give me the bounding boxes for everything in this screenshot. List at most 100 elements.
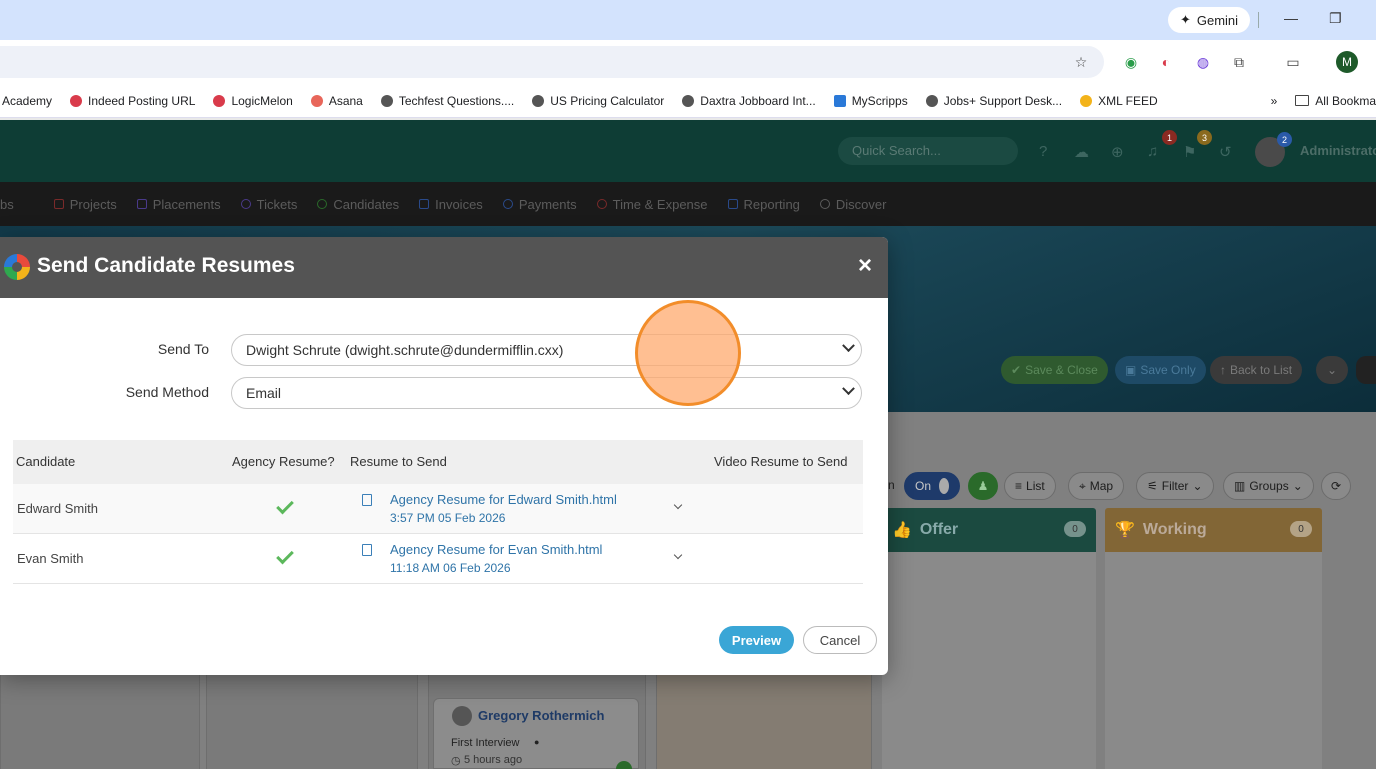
- save-close-button[interactable]: ✔ Save & Close: [1001, 356, 1108, 384]
- app-logo-icon: [4, 254, 30, 280]
- list-icon: ≡: [1015, 479, 1023, 493]
- ticket-icon: [240, 199, 251, 209]
- column-body-working: [1105, 552, 1322, 769]
- bookmark-item[interactable]: MyScripps: [825, 94, 917, 108]
- arrow-up-icon: ↑: [1220, 363, 1226, 377]
- bookmark-item[interactable]: XML FEED: [1071, 94, 1167, 108]
- flag-badge: 3: [1197, 130, 1212, 145]
- panel-toggle-button[interactable]: [1356, 356, 1376, 384]
- favicon-icon: [213, 94, 226, 107]
- chart-icon: [727, 199, 738, 209]
- resume-link[interactable]: Agency Resume for Evan Smith.html: [390, 542, 602, 557]
- bookmark-item[interactable]: LogicMelon: [204, 94, 301, 108]
- nav-item-jobs[interactable]: bs: [0, 197, 24, 212]
- nav-item-tickets[interactable]: Tickets: [231, 197, 308, 212]
- bookmark-item[interactable]: Jobs+ Support Desk...: [917, 94, 1071, 108]
- extension-icon[interactable]: ◍: [1193, 52, 1213, 72]
- bookmark-item[interactable]: Asana: [302, 94, 372, 108]
- star-icon[interactable]: ☆: [1071, 52, 1091, 72]
- history-icon[interactable]: ↺: [1219, 143, 1232, 161]
- send-method-select[interactable]: Email: [231, 377, 862, 409]
- map-view-button[interactable]: ⌖ Map: [1068, 472, 1125, 500]
- resume-date: 11:18 AM 06 Feb 2026: [390, 561, 511, 575]
- bookmark-item[interactable]: Daxtra Jobboard Int...: [673, 94, 824, 108]
- favicon-icon: [1080, 94, 1093, 107]
- divider: [1258, 12, 1259, 28]
- favicon-icon: [833, 94, 846, 107]
- preview-button[interactable]: Preview: [719, 626, 794, 654]
- extension-icon[interactable]: ◉: [1121, 52, 1141, 72]
- projects-icon: [53, 199, 64, 209]
- chevron-down-icon[interactable]: [673, 500, 683, 510]
- nav-item-reporting[interactable]: Reporting: [718, 197, 810, 212]
- candidate-name[interactable]: Gregory Rothermich: [478, 708, 604, 723]
- column-header-offer[interactable]: 👍 Offer 0: [882, 508, 1096, 552]
- cast-icon[interactable]: ▭: [1283, 52, 1303, 72]
- cancel-button[interactable]: Cancel: [803, 626, 877, 654]
- column-header-working[interactable]: 🏆 Working 0: [1105, 508, 1322, 552]
- nav-item-candidates[interactable]: Candidates: [307, 197, 409, 212]
- resume-link[interactable]: Agency Resume for Edward Smith.html: [390, 492, 617, 507]
- chevron-down-icon[interactable]: [673, 550, 683, 560]
- column-body: [206, 674, 418, 769]
- clock-icon: ◷: [451, 755, 461, 767]
- minimize-icon[interactable]: —: [1284, 10, 1298, 26]
- send-resumes-modal: Send Candidate Resumes × Send To Dwight …: [0, 237, 888, 675]
- bookmark-item[interactable]: Techfest Questions....: [372, 94, 523, 108]
- filter-button[interactable]: ⚟ Filter ⌄: [1136, 472, 1214, 500]
- help-icon[interactable]: ?: [1039, 143, 1047, 160]
- refresh-button[interactable]: ⟳: [1321, 472, 1351, 500]
- candidates-icon: [317, 199, 328, 209]
- column-header-resume: Resume to Send: [350, 454, 447, 469]
- search-icon: [819, 199, 830, 209]
- column-body-offer: [882, 552, 1096, 769]
- bell-icon[interactable]: ♫: [1147, 143, 1158, 160]
- nav-item-placements[interactable]: Placements: [127, 197, 231, 212]
- refresh-icon: ⟳: [1330, 479, 1342, 493]
- send-to-select[interactable]: Dwight Schrute (dwight.schrute@dundermif…: [231, 334, 862, 366]
- nav-item-time-expense[interactable]: Time & Expense: [587, 197, 718, 212]
- clock-icon: [596, 199, 607, 209]
- status-badge: [616, 761, 632, 769]
- puzzle-icon[interactable]: ⧉: [1229, 52, 1249, 72]
- globe-icon: [380, 94, 393, 107]
- globe-icon: [925, 94, 938, 107]
- bookmark-item[interactable]: Indeed Posting URL: [61, 94, 204, 108]
- restore-icon[interactable]: ❐: [1329, 10, 1342, 27]
- profile-avatar[interactable]: M: [1336, 51, 1358, 73]
- bookmark-item[interactable]: US Pricing Calculator: [523, 94, 673, 108]
- nav-item-discover[interactable]: Discover: [810, 197, 897, 212]
- close-icon[interactable]: ×: [858, 254, 872, 278]
- add-icon[interactable]: ⊕: [1111, 143, 1124, 161]
- nav-item-payments[interactable]: Payments: [493, 197, 587, 212]
- user-name[interactable]: Administrato: [1300, 143, 1376, 158]
- quick-search-input[interactable]: Quick Search...: [838, 137, 1018, 165]
- gemini-button[interactable]: ✦ Gemini: [1168, 7, 1250, 33]
- chevron-down-icon: ⌄: [1192, 479, 1203, 493]
- groups-button[interactable]: ▥ Groups ⌄: [1223, 472, 1314, 500]
- more-bookmarks-button[interactable]: »: [1262, 94, 1287, 108]
- payments-icon: [502, 199, 513, 209]
- avatar-badge: 2: [1277, 132, 1292, 147]
- send-to-label: Send To: [157, 341, 209, 357]
- save-only-button[interactable]: ▣ Save Only: [1115, 356, 1206, 384]
- chevron-down-icon: [842, 339, 855, 353]
- candidate-filter-button[interactable]: ♟: [968, 472, 998, 500]
- candidate-name: Edward Smith: [17, 501, 98, 516]
- list-view-button[interactable]: ≡ List: [1004, 472, 1056, 500]
- view-toggle[interactable]: On: [904, 472, 960, 500]
- candidate-card[interactable]: Gregory Rothermich First Interview ● ◷ 5…: [433, 698, 639, 769]
- flag-icon[interactable]: ⚑: [1183, 143, 1196, 161]
- time-ago: 5 hours ago: [464, 754, 523, 766]
- toggle-knob: [939, 478, 949, 494]
- more-actions-button[interactable]: ⌄: [1316, 356, 1348, 384]
- chat-icon[interactable]: ☁: [1074, 143, 1089, 161]
- extension-icon[interactable]: ◐: [1156, 52, 1176, 72]
- address-bar[interactable]: [0, 46, 1104, 78]
- chevron-down-icon: ⌄: [1326, 363, 1338, 377]
- nav-item-projects[interactable]: Projects: [24, 197, 127, 212]
- back-to-list-button[interactable]: ↑ Back to List: [1210, 356, 1303, 384]
- nav-item-invoices[interactable]: Invoices: [409, 197, 493, 212]
- bookmark-item[interactable]: Academy: [0, 94, 61, 108]
- all-bookmarks-button[interactable]: All Bookma: [1286, 94, 1376, 108]
